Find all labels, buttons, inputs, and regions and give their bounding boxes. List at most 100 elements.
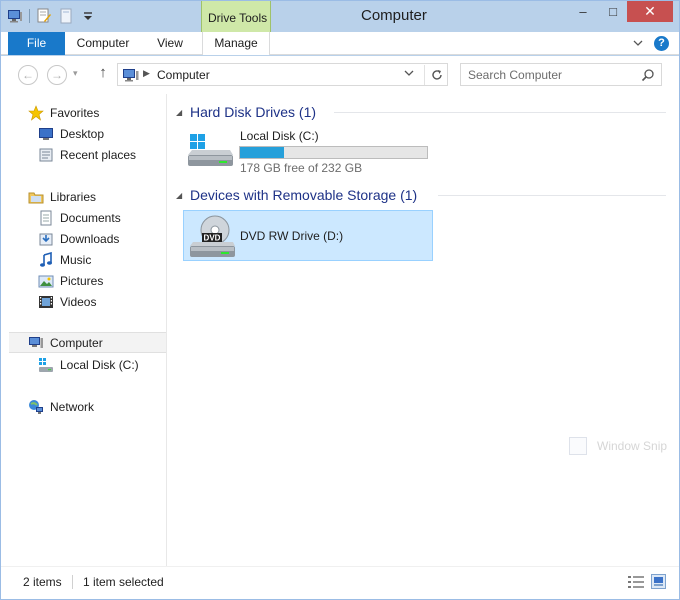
tab-view[interactable]: View	[147, 32, 193, 55]
expand-ribbon-chevron-icon[interactable]	[631, 36, 645, 50]
group-title-hard-disks: Hard Disk Drives (1)	[190, 104, 317, 120]
nav-videos-label: Videos	[60, 294, 97, 309]
disk-usage-bar	[239, 146, 428, 159]
group-title-removable: Devices with Removable Storage (1)	[190, 187, 418, 203]
drive-name: Local Disk (C:)	[240, 129, 319, 143]
drive-free-space: 178 GB free of 232 GB	[240, 161, 363, 175]
music-icon	[38, 251, 54, 268]
ribbon-tabs: File Computer View Manage ?	[1, 32, 679, 55]
nav-downloads-label: Downloads	[60, 231, 120, 246]
group-divider	[438, 195, 666, 196]
breadcrumb[interactable]: Computer	[157, 68, 210, 82]
nav-recent-places-label: Recent places	[60, 147, 137, 162]
drive-tools-label: Drive Tools	[208, 11, 268, 25]
group-removable-storage[interactable]: ◢ Devices with Removable Storage (1)	[176, 186, 417, 204]
navigation-pane[interactable]: Favorites Desktop Recent places Librarie…	[1, 94, 167, 566]
nav-local-disk-label: Local Disk (C:)	[60, 357, 139, 372]
collapse-caret-icon[interactable]: ◢	[176, 108, 190, 117]
window-title: Computer	[361, 7, 427, 24]
customize-toolbar-icon[interactable]	[80, 8, 96, 24]
breadcrumb-arrow-icon[interactable]: ▶	[143, 68, 150, 79]
back-button[interactable]: ←	[18, 65, 38, 85]
drive-local-disk-c[interactable]: Local Disk (C:) 178 GB free of 232 GB	[183, 128, 433, 176]
minimize-button[interactable]: –	[569, 1, 597, 22]
snip-overlay-text: Window Snip	[597, 439, 668, 453]
nav-pictures-label: Pictures	[60, 273, 104, 288]
dvd-badge: DVD	[204, 234, 221, 243]
recent-places-icon	[38, 147, 54, 163]
large-icons-view-icon[interactable]	[651, 574, 666, 589]
tab-computer[interactable]: Computer	[69, 32, 137, 55]
libraries-icon	[28, 189, 44, 205]
help-icon[interactable]: ?	[654, 36, 669, 51]
content-area: Favorites Desktop Recent places Librarie…	[1, 94, 679, 566]
quick-access-toolbar	[7, 7, 96, 25]
nav-network[interactable]: Network	[28, 396, 94, 417]
nav-favorites-label: Favorites	[50, 105, 100, 120]
nav-libraries[interactable]: Libraries	[28, 186, 96, 207]
pictures-icon	[38, 273, 54, 289]
drive-name: DVD RW Drive (D:)	[240, 229, 344, 243]
nav-computer-label: Computer	[50, 335, 103, 350]
nav-videos[interactable]: Videos	[38, 291, 96, 312]
up-arrow-icon[interactable]: ↑	[95, 64, 111, 81]
group-divider	[334, 112, 666, 113]
nav-favorites[interactable]: Favorites	[28, 102, 99, 123]
collapse-caret-icon[interactable]: ◢	[176, 191, 190, 200]
nav-documents[interactable]: Documents	[38, 207, 121, 228]
star-icon	[28, 104, 44, 121]
address-bar[interactable]: ▶ Computer	[117, 63, 448, 86]
disk-usage-fill	[240, 147, 284, 158]
network-icon	[28, 399, 44, 415]
nav-libraries-label: Libraries	[50, 189, 97, 204]
details-view-icon[interactable]	[628, 575, 644, 589]
computer-icon	[122, 67, 140, 83]
toolbar-divider	[29, 9, 30, 23]
file-view[interactable]: ◢ Hard Disk Drives (1) Local Disk (C:) 1…	[168, 94, 679, 566]
maximize-button[interactable]: □	[599, 1, 627, 22]
item-count: 2 items	[23, 575, 62, 589]
nav-downloads[interactable]: Downloads	[38, 228, 119, 249]
recent-locations-chevron-icon[interactable]: ▾	[73, 68, 78, 79]
forward-button[interactable]: →	[47, 65, 67, 85]
selection-count: 1 item selected	[83, 575, 164, 589]
nav-documents-label: Documents	[60, 210, 121, 225]
status-bar: 2 items 1 item selected	[1, 566, 679, 599]
new-folder-icon[interactable]	[58, 8, 74, 24]
refresh-button[interactable]	[424, 65, 448, 85]
nav-desktop-label: Desktop	[60, 126, 105, 141]
nav-pictures[interactable]: Pictures	[38, 270, 103, 291]
dvd-drive-icon: DVD	[187, 213, 237, 259]
downloads-icon	[38, 231, 54, 247]
drive-dvd-rw-d[interactable]: DVD DVD RW Drive (D:)	[183, 210, 433, 261]
nav-local-disk[interactable]: Local Disk (C:)	[38, 354, 139, 375]
window-snip-overlay: Window Snip	[569, 436, 679, 456]
address-dropdown-chevron-icon[interactable]	[404, 68, 414, 81]
nav-desktop[interactable]: Desktop	[38, 123, 104, 144]
explorer-window: Drive Tools Computer – □ ✕ File Computer…	[0, 0, 680, 600]
nav-music[interactable]: Music	[38, 249, 91, 270]
computer-icon[interactable]	[7, 8, 23, 24]
local-disk-icon	[186, 131, 234, 171]
documents-icon	[38, 210, 54, 226]
group-hard-disk-drives[interactable]: ◢ Hard Disk Drives (1)	[176, 103, 316, 121]
nav-music-label: Music	[60, 252, 92, 267]
search-icon[interactable]	[641, 68, 655, 82]
local-disk-icon	[38, 357, 54, 373]
nav-computer[interactable]: Computer	[9, 332, 166, 353]
desktop-icon	[38, 126, 54, 142]
properties-icon[interactable]	[36, 8, 52, 24]
nav-network-label: Network	[50, 399, 95, 414]
title-bar[interactable]: Drive Tools Computer – □ ✕	[1, 1, 679, 53]
search-input[interactable]: Search Computer	[460, 63, 662, 86]
search-placeholder: Search Computer	[468, 68, 563, 82]
tab-file[interactable]: File	[8, 32, 65, 55]
videos-icon	[38, 294, 54, 310]
tab-manage[interactable]: Manage	[202, 32, 270, 55]
close-button[interactable]: ✕	[627, 1, 673, 22]
computer-icon	[28, 335, 44, 351]
navigation-bar: ← → ▾ ↑ ▶ Computer Search Computer	[1, 56, 679, 94]
nav-recent-places[interactable]: Recent places	[38, 144, 136, 165]
status-divider	[72, 575, 73, 589]
snip-icon	[569, 437, 587, 455]
